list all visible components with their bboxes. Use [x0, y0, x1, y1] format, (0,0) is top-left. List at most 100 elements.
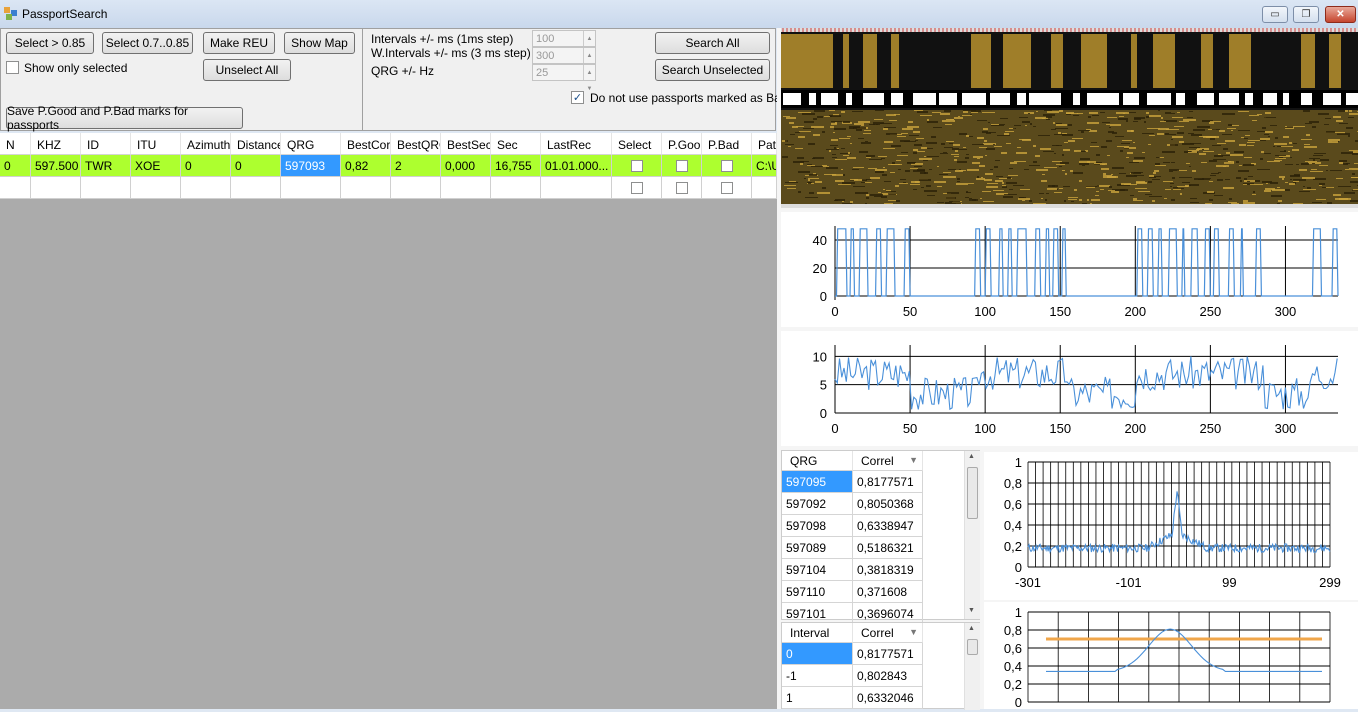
grid-cell[interactable]: 0: [231, 155, 281, 177]
column-header[interactable]: P.Bad: [702, 133, 752, 155]
grid-checkbox-cell[interactable]: [662, 155, 702, 177]
interval-header[interactable]: Interval: [782, 623, 853, 643]
scroll-down-icon[interactable]: ▼: [968, 607, 975, 614]
list-item[interactable]: 1 0,6332046: [782, 687, 979, 709]
list-item[interactable]: 597095 0,8177571: [782, 471, 979, 493]
column-header[interactable]: Path: [752, 133, 777, 155]
column-header[interactable]: Distance: [231, 133, 281, 155]
grid-cell[interactable]: 16,755: [491, 155, 541, 177]
grid-checkbox[interactable]: [675, 181, 688, 194]
grid-checkbox[interactable]: [630, 159, 643, 172]
table-cell[interactable]: 0,6332046: [853, 687, 923, 709]
select-range-button[interactable]: Select 0.7..0.85: [102, 32, 193, 54]
grid-cell[interactable]: 0: [0, 155, 31, 177]
list-item[interactable]: 597098 0,6338947: [782, 515, 979, 537]
grid-checkbox-cell[interactable]: [612, 177, 662, 199]
grid-cell[interactable]: 597093: [281, 155, 341, 177]
table-cell[interactable]: 0,371608: [853, 581, 923, 603]
table-cell[interactable]: 0,6338947: [853, 515, 923, 537]
column-header[interactable]: Sec: [491, 133, 541, 155]
column-header[interactable]: LastRec: [541, 133, 612, 155]
grid-cell[interactable]: [491, 177, 541, 199]
list-item[interactable]: 597092 0,8050368: [782, 493, 979, 515]
make-reu-button[interactable]: Make REU: [203, 32, 275, 54]
table-cell[interactable]: 597110: [782, 581, 853, 603]
minimize-button[interactable]: ▭: [1262, 6, 1288, 23]
list-item[interactable]: 0 0,8177571: [782, 643, 979, 665]
scroll-up-icon[interactable]: ▲: [968, 453, 975, 460]
table-cell[interactable]: 0: [782, 643, 853, 665]
grid-cell[interactable]: [181, 177, 231, 199]
grid-checkbox[interactable]: [720, 181, 733, 194]
column-header[interactable]: BestCorr: [341, 133, 391, 155]
grid-checkbox[interactable]: [675, 159, 688, 172]
column-header[interactable]: QRG: [281, 133, 341, 155]
grid-cell[interactable]: [131, 177, 181, 199]
unselect-all-button[interactable]: Unselect All: [203, 59, 291, 81]
table-cell[interactable]: 1: [782, 687, 853, 709]
intervals-stepper[interactable]: 100 ▲▼: [532, 30, 596, 58]
column-header[interactable]: P.Good: [662, 133, 702, 155]
scroll-up-icon[interactable]: ▲: [968, 625, 975, 632]
column-header[interactable]: Azimuth: [181, 133, 231, 155]
chevron-down-icon[interactable]: ▼: [909, 455, 918, 465]
grid-cell[interactable]: [81, 177, 131, 199]
do-not-use-bad-checkbox[interactable]: ✓: [571, 91, 584, 104]
grid-cell[interactable]: [391, 177, 441, 199]
stepper-arrows-icon[interactable]: ▲▼: [583, 65, 595, 92]
grid-cell[interactable]: [541, 177, 612, 199]
chevron-down-icon[interactable]: ▼: [909, 627, 918, 637]
grid-cell[interactable]: 0: [181, 155, 231, 177]
grid-checkbox-cell[interactable]: [702, 177, 752, 199]
grid-checkbox[interactable]: [630, 181, 643, 194]
table-cell[interactable]: 0,5186321: [853, 537, 923, 559]
list-item[interactable]: 597089 0,5186321: [782, 537, 979, 559]
correl-header[interactable]: Correl ▼: [853, 451, 923, 471]
table-cell[interactable]: 0,802843: [853, 665, 923, 687]
table-cell[interactable]: 597092: [782, 493, 853, 515]
grid-checkbox[interactable]: [720, 159, 733, 172]
table-cell[interactable]: 0,8177571: [853, 471, 923, 493]
list-item[interactable]: 597104 0,3818319: [782, 559, 979, 581]
list-item[interactable]: 597110 0,371608: [782, 581, 979, 603]
qrg-header[interactable]: QRG: [782, 451, 853, 471]
show-map-button[interactable]: Show Map: [284, 32, 355, 54]
grid-cell[interactable]: 2: [391, 155, 441, 177]
maximize-button[interactable]: ❐: [1293, 6, 1319, 23]
grid-checkbox-cell[interactable]: [612, 155, 662, 177]
grid-cell[interactable]: C:\U: [752, 155, 777, 177]
select-gt-085-button[interactable]: Select > 0.85: [6, 32, 94, 54]
stepper-arrows-icon[interactable]: ▲▼: [583, 31, 595, 58]
search-unselected-button[interactable]: Search Unselected: [655, 59, 770, 81]
column-header[interactable]: ITU: [131, 133, 181, 155]
scroll-thumb[interactable]: [967, 639, 978, 655]
grid-cell[interactable]: [0, 177, 31, 199]
scroll-thumb[interactable]: [967, 467, 978, 519]
grid-cell[interactable]: 0,000: [441, 155, 491, 177]
interval-table-scrollbar[interactable]: ▲: [964, 623, 980, 710]
grid-cell[interactable]: [341, 177, 391, 199]
grid-cell[interactable]: [441, 177, 491, 199]
save-marks-button[interactable]: Save P.Good and P.Bad marks for passport…: [6, 104, 243, 132]
grid-checkbox-cell[interactable]: [662, 177, 702, 199]
table-cell[interactable]: -1: [782, 665, 853, 687]
table-row[interactable]: 0 597.500 TWR XOE 0 0 597093 0,82 2 0,000 16,755 01…: [0, 155, 777, 177]
column-header[interactable]: BestQRG: [391, 133, 441, 155]
column-header[interactable]: ID: [81, 133, 131, 155]
table-cell[interactable]: 0,8177571: [853, 643, 923, 665]
search-all-button[interactable]: Search All: [655, 32, 770, 54]
table-cell[interactable]: 597089: [782, 537, 853, 559]
qrg-stepper[interactable]: 25 ▲ ▼: [532, 64, 596, 92]
grid-cell[interactable]: [31, 177, 81, 199]
table-cell[interactable]: 0,3818319: [853, 559, 923, 581]
grid-cell[interactable]: TWR: [81, 155, 131, 177]
show-only-selected-checkbox[interactable]: [6, 61, 19, 74]
grid-cell[interactable]: [231, 177, 281, 199]
table-cell[interactable]: 597104: [782, 559, 853, 581]
table-cell[interactable]: 597095: [782, 471, 853, 493]
list-item[interactable]: -1 0,802843: [782, 665, 979, 687]
column-header[interactable]: BestSec: [441, 133, 491, 155]
wintervals-stepper[interactable]: 300 ▲▼: [532, 47, 596, 75]
grid-cell[interactable]: 0,82: [341, 155, 391, 177]
stepper-arrows-icon[interactable]: ▲▼: [583, 48, 595, 75]
